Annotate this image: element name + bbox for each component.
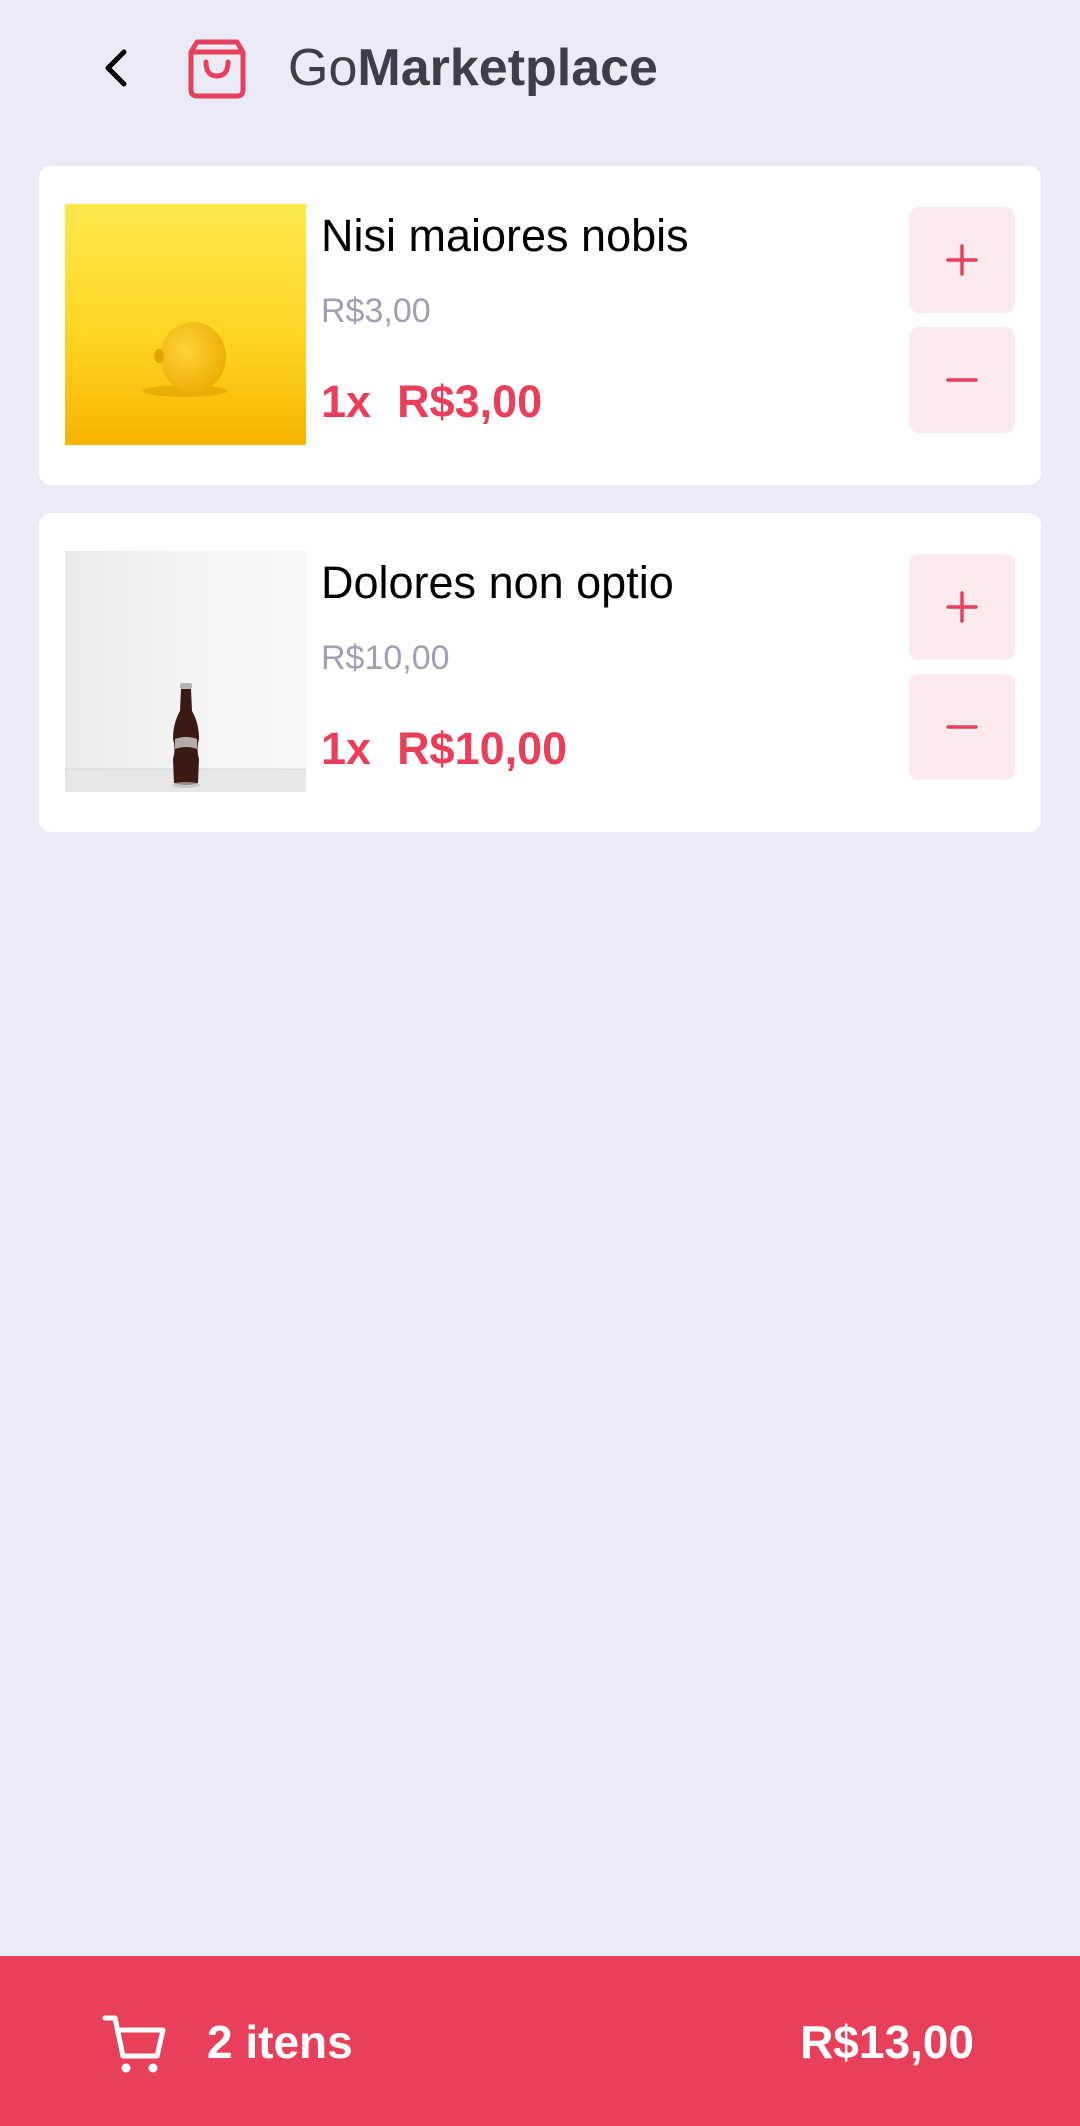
brand-prefix: Go bbox=[288, 39, 358, 97]
decrement-button[interactable] bbox=[909, 674, 1015, 780]
product-title: Nisi maiores nobis bbox=[321, 210, 689, 261]
quantity-total: 1x R$3,00 bbox=[321, 374, 542, 430]
cart-summary-bar[interactable]: 2 itens R$13,00 bbox=[0, 1956, 1080, 2126]
cart-total: R$13,00 bbox=[800, 2016, 974, 2068]
increment-button[interactable] bbox=[909, 554, 1015, 660]
quantity: 1x bbox=[321, 723, 372, 774]
brand-main: Marketplace bbox=[357, 39, 658, 97]
cart-item-count: 2 itens bbox=[207, 2016, 353, 2068]
cart-item-card: Nisi maiores nobis R$3,00 1x R$3,00 bbox=[39, 166, 1041, 485]
product-image bbox=[65, 551, 306, 792]
shopping-bag-icon bbox=[188, 39, 246, 99]
unit-price: R$3,00 bbox=[321, 292, 431, 330]
cart-item-card: Dolores non optio R$10,00 1x R$10,00 bbox=[39, 513, 1041, 832]
back-button[interactable] bbox=[88, 40, 144, 96]
brand-title: GoMarketplace bbox=[288, 36, 658, 100]
cart-icon bbox=[102, 2015, 166, 2073]
chevron-left-icon bbox=[105, 49, 127, 87]
increment-button[interactable] bbox=[909, 207, 1015, 313]
app-header: GoMarketplace bbox=[0, 0, 1080, 140]
quantity: 1x bbox=[321, 376, 372, 427]
unit-price: R$10,00 bbox=[321, 639, 450, 677]
quantity-total: 1x R$10,00 bbox=[321, 721, 567, 777]
plus-icon bbox=[946, 591, 978, 623]
item-total: R$10,00 bbox=[397, 723, 568, 774]
item-total: R$3,00 bbox=[397, 376, 543, 427]
minus-icon bbox=[946, 378, 978, 382]
product-image bbox=[65, 204, 306, 445]
plus-icon bbox=[946, 244, 978, 276]
minus-icon bbox=[946, 725, 978, 729]
product-title: Dolores non optio bbox=[321, 557, 674, 608]
decrement-button[interactable] bbox=[909, 327, 1015, 433]
